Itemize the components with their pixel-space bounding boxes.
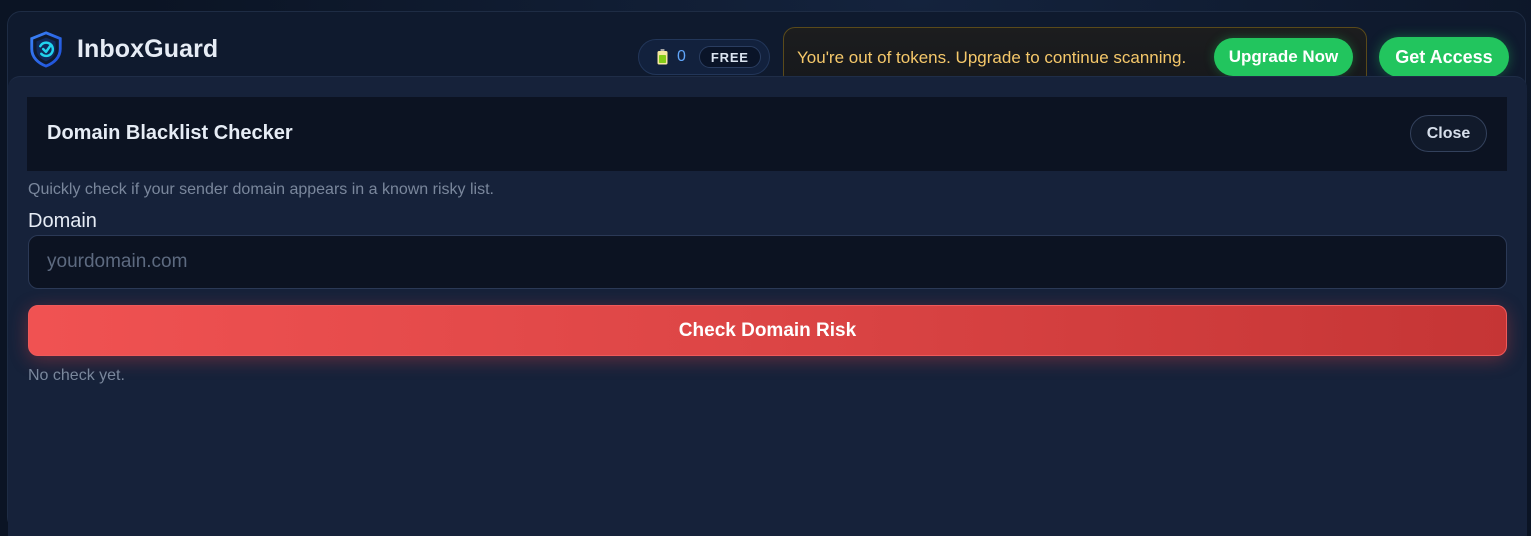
check-domain-risk-button[interactable]: Check Domain Risk	[28, 305, 1507, 356]
alert-message: You're out of tokens. Upgrade to continu…	[797, 48, 1187, 67]
domain-blacklist-modal: Domain Blacklist Checker Close Quickly c…	[8, 76, 1527, 536]
top-bar: InboxGuard 0 FREE You're out of tokens. …	[8, 12, 1525, 87]
modal-title: Domain Blacklist Checker	[47, 122, 293, 144]
plan-badge: FREE	[698, 46, 761, 68]
upgrade-now-button[interactable]: Upgrade Now	[1214, 38, 1353, 76]
shield-icon	[30, 31, 62, 68]
domain-input[interactable]	[28, 235, 1507, 289]
app-shell: InboxGuard 0 FREE You're out of tokens. …	[7, 11, 1527, 536]
close-button[interactable]: Close	[1410, 115, 1487, 152]
modal-description: Quickly check if your sender domain appe…	[28, 181, 494, 198]
get-access-button[interactable]: Get Access	[1379, 37, 1509, 77]
battery-icon	[657, 49, 668, 65]
check-result-status: No check yet.	[28, 367, 125, 384]
token-count: 0	[677, 48, 686, 65]
brand[interactable]: InboxGuard	[27, 31, 219, 68]
app-name: InboxGuard	[77, 34, 219, 63]
domain-label: Domain	[28, 210, 97, 232]
token-balance[interactable]: 0 FREE	[638, 39, 770, 75]
modal-header: Domain Blacklist Checker Close	[27, 97, 1507, 171]
